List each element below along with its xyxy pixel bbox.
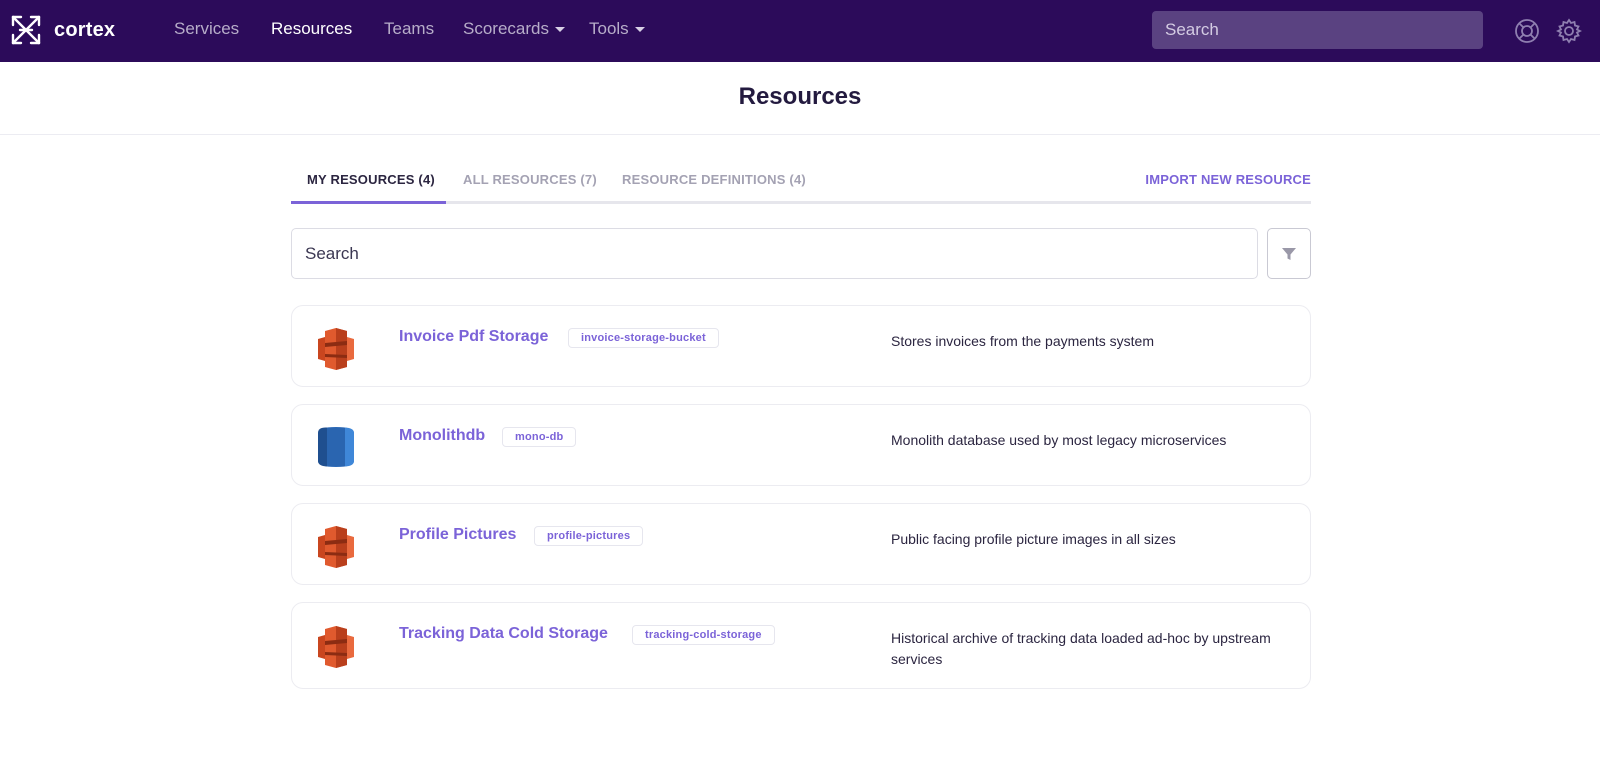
resource-search-input[interactable]: [291, 228, 1258, 279]
resource-tag-badge: tracking-cold-storage: [632, 625, 775, 645]
tab-resource-definitions[interactable]: RESOURCE DEFINITIONS (4): [622, 172, 806, 187]
resource-name-link[interactable]: Invoice Pdf Storage: [399, 328, 548, 346]
global-search-input[interactable]: [1152, 11, 1483, 49]
resource-description: Monolith database used by most legacy mi…: [891, 432, 1227, 448]
nav-item-resources[interactable]: Resources: [271, 19, 352, 39]
chevron-down-icon: [634, 26, 645, 32]
resource-tag-badge: profile-pictures: [534, 526, 644, 546]
resource-description: Historical archive of tracking data load…: [891, 630, 1271, 667]
resource-tabs: MY RESOURCES (4) ALL RESOURCES (7) RESOU…: [291, 166, 1311, 204]
resource-description: Stores invoices from the payments system: [891, 333, 1154, 349]
chevron-down-icon: [554, 26, 565, 32]
nav-item-scorecards[interactable]: Scorecards: [463, 19, 565, 39]
resource-card[interactable]: Tracking Data Cold Storage tracking-cold…: [291, 602, 1311, 689]
resource-card[interactable]: Profile Pictures profile-pictures Public…: [291, 503, 1311, 585]
tab-all-resources[interactable]: ALL RESOURCES (7): [463, 172, 597, 187]
resource-name-link[interactable]: Monolithdb: [399, 427, 485, 445]
logo[interactable]: cortex: [10, 14, 115, 46]
cortex-logo-icon: [11, 15, 41, 45]
import-new-resource-link[interactable]: IMPORT NEW RESOURCE: [1145, 172, 1311, 187]
s3-bucket-icon: [318, 626, 354, 668]
active-tab-indicator: [291, 201, 446, 204]
resource-card[interactable]: Invoice Pdf Storage invoice-storage-buck…: [291, 305, 1311, 387]
nav-item-services[interactable]: Services: [174, 19, 239, 39]
nav-item-label: Resources: [271, 19, 353, 38]
page-title: Resources: [738, 83, 862, 110]
tab-my-resources[interactable]: MY RESOURCES (4): [307, 172, 435, 187]
settings-gear-icon[interactable]: [1556, 18, 1582, 44]
nav-item-label: Services: [174, 19, 240, 38]
page-header: Resources: [0, 62, 1600, 135]
resource-description: Public facing profile picture images in …: [891, 531, 1176, 547]
rds-database-icon: [318, 427, 354, 467]
resource-card[interactable]: Monolithdb mono-db Monolith database use…: [291, 404, 1311, 486]
nav-item-teams[interactable]: Teams: [384, 19, 434, 39]
filter-funnel-icon: [1282, 247, 1296, 260]
nav-item-label: Tools: [589, 19, 629, 38]
nav-item-tools[interactable]: Tools: [589, 19, 645, 39]
s3-bucket-icon: [318, 526, 354, 568]
logo-text: cortex: [54, 18, 116, 41]
filter-button[interactable]: [1267, 228, 1311, 279]
resource-name-link[interactable]: Profile Pictures: [399, 526, 516, 544]
resource-tag-badge: invoice-storage-bucket: [568, 328, 719, 348]
resource-tag-badge: mono-db: [502, 427, 577, 447]
nav-item-label: Scorecards: [463, 19, 549, 38]
nav-item-label: Teams: [384, 19, 435, 38]
s3-bucket-icon: [318, 328, 354, 370]
help-lifebuoy-icon[interactable]: [1514, 18, 1540, 44]
resource-name-link[interactable]: Tracking Data Cold Storage: [399, 625, 608, 643]
top-navbar: cortex Services Resources Teams Scorecar…: [0, 0, 1600, 62]
